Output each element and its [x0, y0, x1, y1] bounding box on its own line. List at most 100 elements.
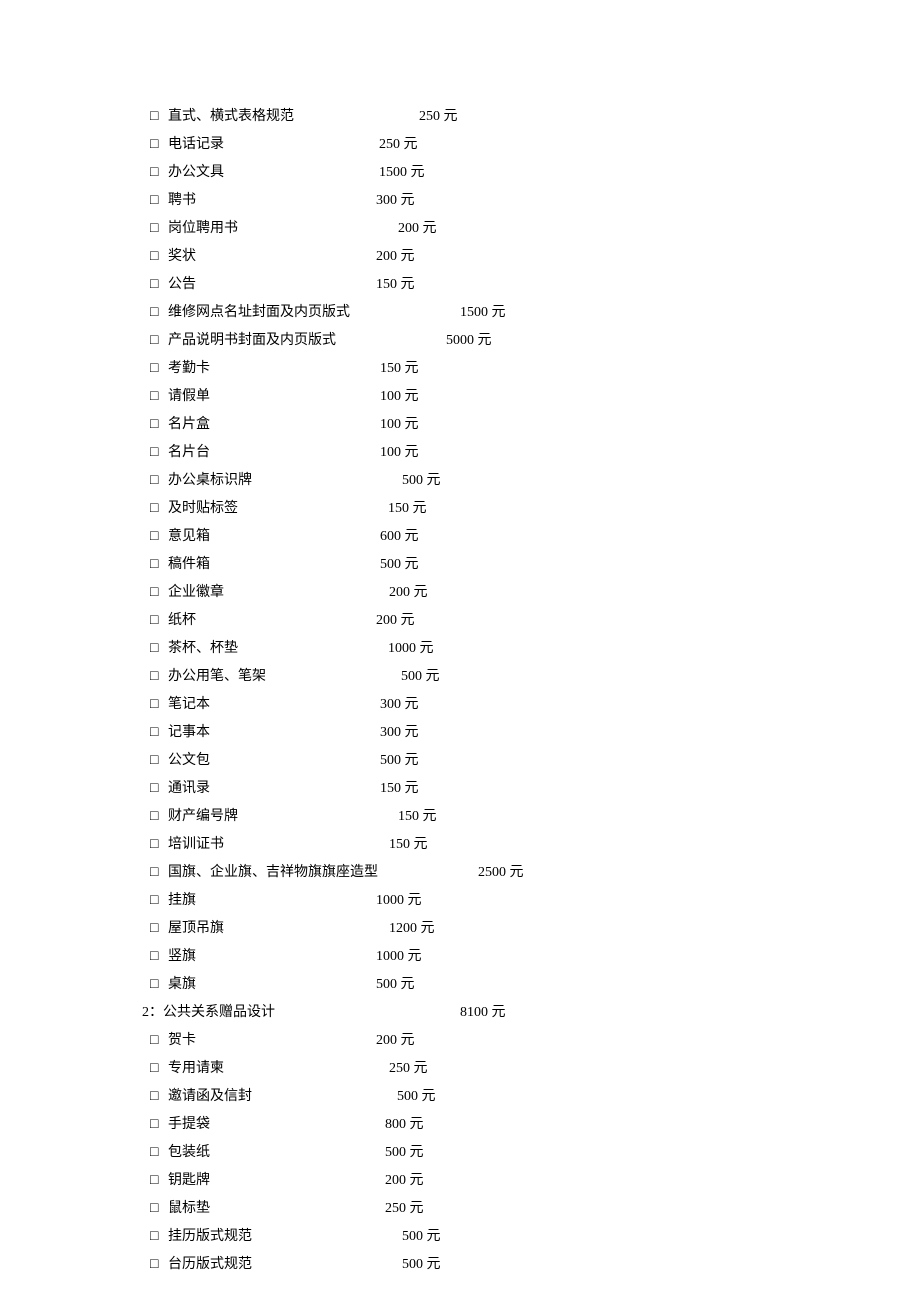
price-value: 1000 元 [376, 950, 422, 964]
list-item: □ 茶杯、杯垫1000 元 [150, 642, 920, 656]
item-label: 奖状 [168, 250, 196, 264]
checkbox-bullet: □ [150, 474, 168, 488]
price-value: 300 元 [380, 726, 419, 740]
price-number: 1000 [388, 641, 416, 656]
list-item: □ 国旗、企业旗、吉祥物旗旗座造型2500 元 [150, 866, 920, 880]
price-value: 150 元 [380, 362, 419, 376]
price-value: 250 元 [379, 138, 418, 152]
currency-label: 元 [492, 1005, 506, 1020]
list-item: □ 维修网点名址封面及内页版式1500 元 [150, 306, 920, 320]
currency-label: 元 [414, 1061, 428, 1076]
list-item: □ 电话记录 250 元 [150, 138, 920, 152]
currency-label: 元 [410, 1145, 424, 1160]
checkbox-bullet: □ [150, 530, 168, 544]
price-number: 500 [397, 1089, 418, 1104]
price-value: 1500 元 [379, 166, 425, 180]
price-value: 100 元 [380, 446, 419, 460]
list-item: □ 及时贴标签150 元 [150, 502, 920, 516]
currency-label: 元 [401, 249, 415, 264]
item-label: 纸杯 [168, 614, 196, 628]
list-item: □ 岗位聘用书200 元 [150, 222, 920, 236]
price-value: 500 元 [402, 1230, 441, 1244]
currency-label: 元 [408, 893, 422, 908]
item-label: 电话记录 [168, 138, 224, 152]
list-item: □ 笔记本300 元 [150, 698, 920, 712]
checkbox-bullet: □ [150, 782, 168, 796]
list-item: □ 屋顶吊旗1200 元 [150, 922, 920, 936]
price-number: 5000 [446, 333, 474, 348]
item-label: 公告 [168, 278, 196, 292]
price-number: 800 [385, 1117, 406, 1132]
price-number: 500 [402, 1229, 423, 1244]
price-value: 200 元 [389, 586, 428, 600]
currency-label: 元 [411, 165, 425, 180]
item-label: 请假单 [168, 390, 210, 404]
list-item: □ 财产编号牌150 元 [150, 810, 920, 824]
item-label: 办公文具 [168, 166, 224, 180]
list-item: □ 钥匙牌200 元 [150, 1174, 920, 1188]
currency-label: 元 [444, 109, 458, 124]
price-value: 150 元 [376, 278, 415, 292]
price-list-page: □ 直式、横式表格规范250 元□ 电话记录250 元□ 办公文具1500 元□… [0, 0, 920, 1272]
checkbox-bullet: □ [150, 894, 168, 908]
item-label: 钥匙牌 [168, 1174, 210, 1188]
price-value: 1200 元 [389, 922, 435, 936]
price-number: 150 [380, 361, 401, 376]
item-label: 专用请柬 [168, 1062, 224, 1076]
checkbox-bullet: □ [150, 670, 168, 684]
price-number: 1200 [389, 921, 417, 936]
price-value: 500 元 [402, 1258, 441, 1272]
item-label: 维修网点名址封面及内页版式 [168, 306, 350, 320]
checkbox-bullet: □ [150, 754, 168, 768]
price-number: 500 [401, 669, 422, 684]
checkbox-bullet: □ [150, 138, 168, 152]
list-item: □ 公告150 元 [150, 278, 920, 292]
list-item: □ 奖状200 元 [150, 250, 920, 264]
item-label: 直式、横式表格规范 [168, 110, 294, 124]
checkbox-bullet: □ [150, 642, 168, 656]
price-value: 300 元 [376, 194, 415, 208]
currency-label: 元 [405, 417, 419, 432]
item-label: 产品说明书封面及内页版式 [168, 334, 336, 348]
item-label: 公文包 [168, 754, 210, 768]
list-item: □ 直式、横式表格规范250 元 [150, 110, 920, 124]
item-label: 名片台 [168, 446, 210, 460]
checkbox-bullet: □ [150, 1230, 168, 1244]
checkbox-bullet: □ [150, 222, 168, 236]
currency-label: 元 [427, 1229, 441, 1244]
checkbox-bullet: □ [150, 446, 168, 460]
price-number: 1500 [379, 165, 407, 180]
item-label: 邀请函及信封 [168, 1090, 252, 1104]
price-number: 150 [398, 809, 419, 824]
item-label: 及时贴标签 [168, 502, 238, 516]
currency-label: 元 [401, 277, 415, 292]
list-item: □ 办公文具1500 元 [150, 166, 920, 180]
list-item: □ 挂历版式规范500 元 [150, 1230, 920, 1244]
checkbox-bullet: □ [150, 1118, 168, 1132]
price-value: 300 元 [380, 698, 419, 712]
item-label: 鼠标垫 [168, 1202, 210, 1216]
currency-label: 元 [410, 1201, 424, 1216]
item-label: 台历版式规范 [168, 1258, 252, 1272]
checkbox-bullet: □ [150, 950, 168, 964]
price-value: 150 元 [389, 838, 428, 852]
currency-label: 元 [478, 333, 492, 348]
price-number: 500 [376, 977, 397, 992]
checkbox-bullet: □ [150, 1090, 168, 1104]
list-item: □ 记事本300 元 [150, 726, 920, 740]
price-value: 1000 元 [376, 894, 422, 908]
currency-label: 元 [401, 613, 415, 628]
list-item: □ 聘书300 元 [150, 194, 920, 208]
list-item: □ 名片台 100 元 [150, 446, 920, 460]
item-label: 通讯录 [168, 782, 210, 796]
item-label: 包装纸 [168, 1146, 210, 1160]
price-number: 500 [380, 557, 401, 572]
price-value: 250 元 [389, 1062, 428, 1076]
price-number: 200 [376, 249, 397, 264]
list-item: □ 企业徽章200 元 [150, 586, 920, 600]
currency-label: 元 [492, 305, 506, 320]
checkbox-bullet: □ [150, 810, 168, 824]
price-value: 200 元 [385, 1174, 424, 1188]
list-item: □ 意见箱600 元 [150, 530, 920, 544]
currency-label: 元 [401, 193, 415, 208]
